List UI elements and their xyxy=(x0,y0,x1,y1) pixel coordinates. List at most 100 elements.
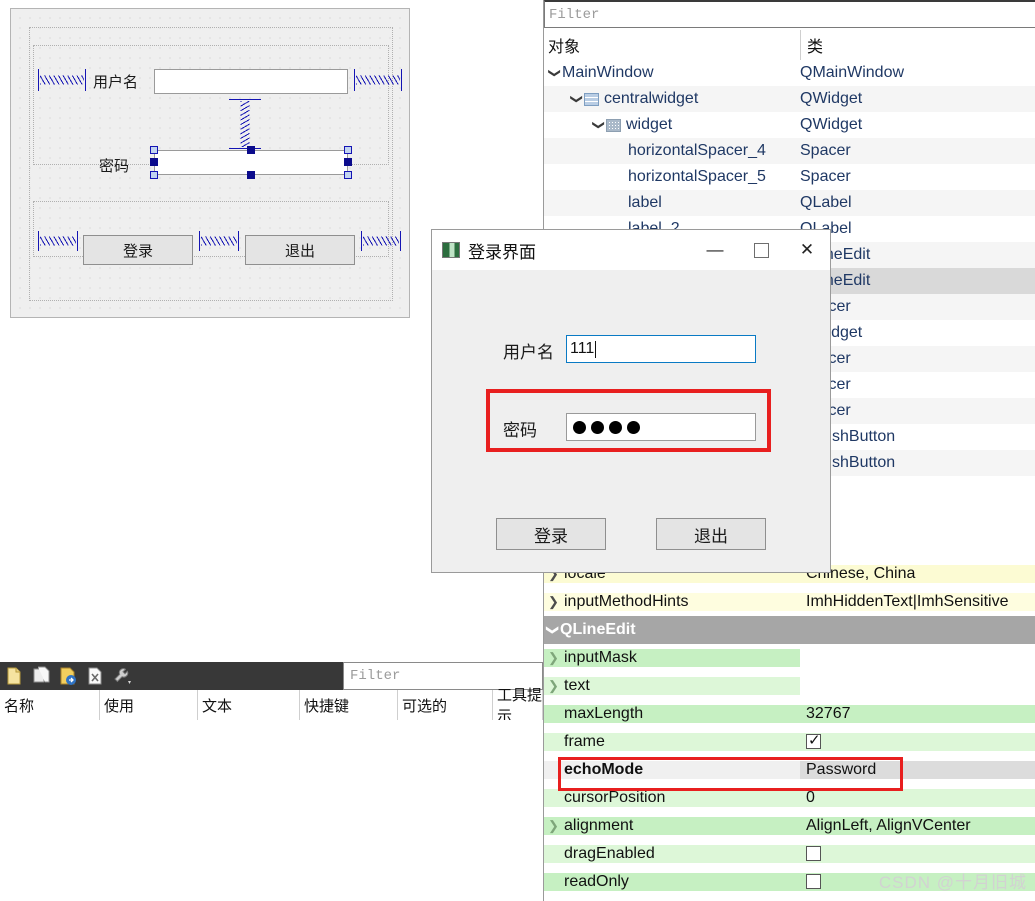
property-row[interactable]: frame xyxy=(544,728,1035,756)
delete-icon[interactable] xyxy=(85,666,105,686)
property-name: echoMode xyxy=(544,761,800,779)
text-caret xyxy=(595,340,597,358)
property-name: dragEnabled xyxy=(544,845,800,863)
property-checkbox[interactable] xyxy=(806,846,821,862)
action-column-header[interactable]: 文本 xyxy=(198,690,300,720)
action-filter-placeholder: Filter xyxy=(350,668,401,684)
chevron-right-icon[interactable]: ❯ xyxy=(548,818,564,834)
new-action-icon[interactable] xyxy=(4,666,24,686)
horizontal-spacer-4[interactable] xyxy=(38,69,86,91)
property-value[interactable]: Password xyxy=(800,761,1035,779)
action-editor-list[interactable] xyxy=(0,720,543,901)
property-value[interactable]: AlignLeft, AlignVCenter xyxy=(800,817,1035,835)
chevron-down-icon[interactable]: ❯ xyxy=(570,92,584,106)
horizontal-spacer-5[interactable] xyxy=(354,69,402,91)
property-name: ❯ text xyxy=(544,677,800,695)
dialog-exit-button[interactable]: 退出 xyxy=(656,518,766,550)
horizontal-spacer-2[interactable] xyxy=(199,231,239,251)
top-group-layout-outline xyxy=(33,45,389,165)
property-row[interactable]: dragEnabled xyxy=(544,840,1035,868)
property-name: cursorPosition xyxy=(544,789,800,807)
property-value[interactable] xyxy=(800,845,1035,863)
property-row[interactable]: echoMode Password xyxy=(544,756,1035,784)
property-checkbox[interactable] xyxy=(806,874,821,890)
dialog-title-bar[interactable]: 登录界面 — ✕ xyxy=(432,230,830,270)
dialog-title-text: 登录界面 xyxy=(468,242,536,262)
vertical-spacer[interactable] xyxy=(229,99,261,149)
tree-object-label: label xyxy=(628,194,662,211)
minimize-button[interactable]: — xyxy=(692,230,738,270)
form-button-login[interactable]: 登录 xyxy=(83,235,193,265)
tree-row-class-name: QWidget xyxy=(800,90,863,107)
form-lineedit-username[interactable] xyxy=(154,69,348,94)
tree-row-class-name: QWidget xyxy=(800,324,863,341)
horizontal-spacer-3[interactable] xyxy=(361,231,401,251)
property-group-header[interactable]: ❯ QLineEdit xyxy=(544,616,1035,644)
property-value[interactable]: ImhHiddenText|ImhSensitive xyxy=(800,593,1035,611)
property-name: frame xyxy=(544,733,800,751)
selection-handle-br[interactable] xyxy=(344,171,352,179)
dialog-body: 用户名 111 密码 登录 退出 xyxy=(432,270,830,572)
tree-row[interactable]: horizontalSpacer_4 Spacer xyxy=(544,138,1035,164)
tree-row[interactable]: ❯ MainWindow QMainWindow xyxy=(544,60,1035,86)
tree-object-label: MainWindow xyxy=(562,64,654,81)
property-row[interactable]: maxLength 32767 xyxy=(544,700,1035,728)
property-editor-panel[interactable]: ❯ locale Chinese, China ❯ inputMethodHints Im… xyxy=(543,560,1035,901)
property-value-text: 0 xyxy=(806,789,815,806)
chevron-right-icon[interactable]: ❯ xyxy=(548,678,564,694)
selection-handle-l[interactable] xyxy=(150,158,158,166)
property-value[interactable]: 32767 xyxy=(800,705,1035,723)
property-value[interactable]: 0 xyxy=(800,789,1035,807)
paste-icon[interactable] xyxy=(58,666,78,686)
dialog-login-button[interactable]: 登录 xyxy=(496,518,606,550)
action-column-header[interactable]: 快捷键 xyxy=(300,690,398,720)
selection-handle-t[interactable] xyxy=(247,146,255,154)
configure-icon[interactable] xyxy=(112,666,132,686)
property-row[interactable]: ❯ alignment AlignLeft, AlignVCenter xyxy=(544,812,1035,840)
action-column-header[interactable]: 工具提示 xyxy=(493,687,543,725)
property-checkbox[interactable] xyxy=(806,733,821,750)
login-dialog-window[interactable]: 登录界面 — ✕ 用户名 111 密码 登录 退出 xyxy=(431,229,831,573)
tree-row[interactable]: horizontalSpacer_5 Spacer xyxy=(544,164,1035,190)
selection-handle-r[interactable] xyxy=(344,158,352,166)
watermark-text: CSDN @十月旧城 xyxy=(878,873,1027,892)
property-name-label: readOnly xyxy=(564,873,629,890)
action-column-header[interactable]: 可选的 xyxy=(398,690,493,720)
property-rows[interactable]: ❯ locale Chinese, China ❯ inputMethodHints Im… xyxy=(544,560,1035,896)
selection-handle-b[interactable] xyxy=(247,171,255,179)
chevron-down-icon[interactable]: ❯ xyxy=(546,623,560,637)
form-button-exit[interactable]: 退出 xyxy=(245,235,355,265)
chevron-down-icon[interactable]: ❯ xyxy=(548,66,562,80)
action-column-header[interactable]: 使用 xyxy=(100,690,198,720)
object-tree-filter-input[interactable]: Filter xyxy=(544,0,1035,28)
chevron-right-icon[interactable]: ❯ xyxy=(548,650,564,666)
property-value[interactable]: Chinese, China xyxy=(800,565,1035,583)
property-row[interactable]: cursorPosition 0 xyxy=(544,784,1035,812)
tree-row[interactable]: label QLabel xyxy=(544,190,1035,216)
selection-handle-tl[interactable] xyxy=(150,146,158,154)
maximize-button[interactable] xyxy=(738,230,784,270)
copy-icon[interactable] xyxy=(31,666,51,686)
design-form[interactable]: 用户名 密码 登录 退出 xyxy=(10,8,410,318)
tree-row[interactable]: ❯ centralwidget QWidget xyxy=(544,86,1035,112)
property-name-label: inputMask xyxy=(564,649,637,666)
property-row[interactable]: ❯ inputMask xyxy=(544,644,1035,672)
horizontal-spacer-1[interactable] xyxy=(38,231,78,251)
action-editor-panel[interactable]: Filter 名称使用文本快捷键可选的工具提示 ❮ ❯ Action Edito… xyxy=(0,660,543,901)
action-column-header[interactable]: 名称 xyxy=(0,690,100,720)
property-row[interactable]: ❯ text xyxy=(544,672,1035,700)
chevron-right-icon[interactable]: ❯ xyxy=(548,594,564,610)
tree-row[interactable]: ❯ widget QWidget xyxy=(544,112,1035,138)
tree-object-label: centralwidget xyxy=(604,90,699,107)
property-value[interactable] xyxy=(800,733,1035,751)
property-name: readOnly xyxy=(544,873,800,891)
dialog-password-input[interactable] xyxy=(566,413,756,441)
selection-handle-tr[interactable] xyxy=(344,146,352,154)
chevron-down-icon[interactable]: ❯ xyxy=(592,118,606,132)
dialog-username-input[interactable]: 111 xyxy=(566,335,756,363)
selection-handle-bl[interactable] xyxy=(150,171,158,179)
property-row[interactable]: ❯ inputMethodHints ImhHiddenText|ImhSensit… xyxy=(544,588,1035,616)
vertical-layout-icon xyxy=(584,92,599,106)
close-button[interactable]: ✕ xyxy=(784,230,830,270)
property-name-label: cursorPosition xyxy=(564,789,666,806)
